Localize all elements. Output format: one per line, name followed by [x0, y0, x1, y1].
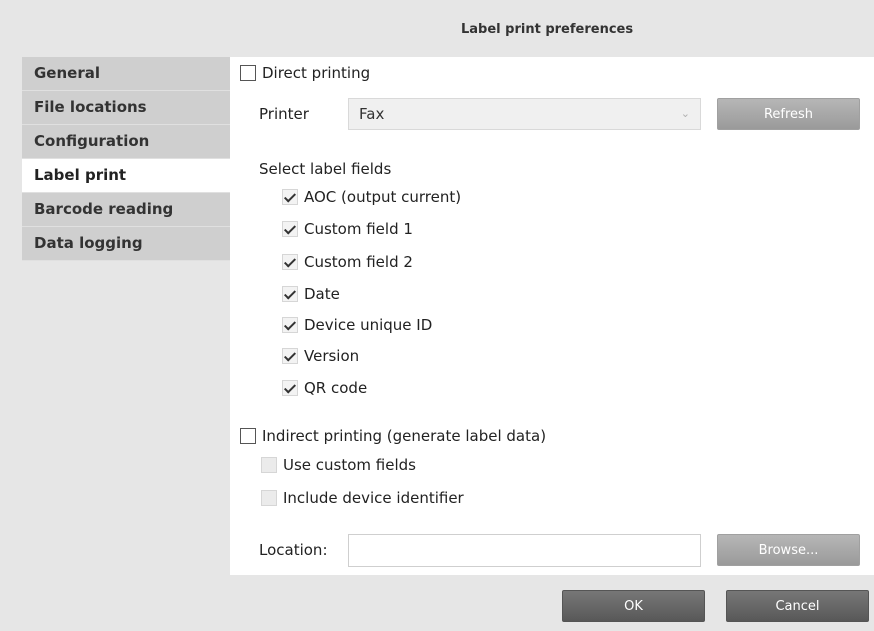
field-label-version: Version	[304, 347, 360, 365]
printer-select[interactable]: Fax ⌄	[348, 98, 701, 130]
field-checkbox-custom-1[interactable]	[282, 221, 298, 237]
sidebar-item-file-locations[interactable]: File locations	[22, 91, 230, 125]
field-checkbox-date[interactable]	[282, 286, 298, 302]
cancel-button[interactable]: Cancel	[726, 590, 869, 622]
sidebar-item-data-logging[interactable]: Data logging	[22, 227, 230, 261]
field-option-custom-1[interactable]: Custom field 1	[282, 220, 413, 238]
ok-button[interactable]: OK	[562, 590, 705, 622]
refresh-button[interactable]: Refresh	[717, 98, 860, 130]
include-device-identifier-checkbox[interactable]	[261, 490, 277, 506]
include-device-identifier-option[interactable]: Include device identifier	[261, 489, 464, 507]
field-option-custom-2[interactable]: Custom field 2	[282, 253, 413, 271]
sidebar-item-barcode-reading[interactable]: Barcode reading	[22, 193, 230, 227]
field-checkbox-device-unique-id[interactable]	[282, 317, 298, 333]
include-device-identifier-label: Include device identifier	[283, 489, 464, 507]
browse-button[interactable]: Browse...	[717, 534, 860, 566]
field-label-device-unique-id: Device unique ID	[304, 316, 433, 334]
use-custom-fields-checkbox[interactable]	[261, 457, 277, 473]
indirect-printing-option[interactable]: Indirect printing (generate label data)	[240, 427, 546, 445]
field-option-version[interactable]: Version	[282, 347, 359, 365]
field-label-aoc: AOC (output current)	[304, 188, 462, 206]
location-label: Location:	[259, 541, 328, 559]
sidebar: General File locations Configuration Lab…	[22, 57, 230, 261]
use-custom-fields-option[interactable]: Use custom fields	[261, 456, 416, 474]
indirect-printing-checkbox[interactable]	[240, 428, 256, 444]
chevron-down-icon: ⌄	[680, 107, 690, 120]
field-option-date[interactable]: Date	[282, 285, 340, 303]
field-label-custom-2: Custom field 2	[304, 253, 413, 271]
direct-printing-label: Direct printing	[262, 64, 371, 82]
field-option-device-unique-id[interactable]: Device unique ID	[282, 316, 432, 334]
location-input[interactable]	[348, 534, 701, 567]
field-checkbox-aoc[interactable]	[282, 189, 298, 205]
field-checkbox-custom-2[interactable]	[282, 254, 298, 270]
field-label-date: Date	[304, 285, 340, 303]
sidebar-item-general[interactable]: General	[22, 57, 230, 91]
select-label-fields-heading: Select label fields	[259, 160, 392, 178]
dialog-titlebar: Label print preferences	[0, 0, 874, 56]
direct-printing-option[interactable]: Direct printing	[240, 64, 370, 82]
printer-select-value: Fax	[359, 105, 385, 123]
sidebar-item-configuration[interactable]: Configuration	[22, 125, 230, 159]
indirect-printing-label: Indirect printing (generate label data)	[262, 427, 547, 445]
printer-label: Printer	[259, 105, 309, 123]
field-label-custom-1: Custom field 1	[304, 220, 413, 238]
field-checkbox-version[interactable]	[282, 348, 298, 364]
sidebar-item-label-print[interactable]: Label print	[22, 159, 230, 193]
direct-printing-checkbox[interactable]	[240, 65, 256, 81]
field-option-qr-code[interactable]: QR code	[282, 379, 367, 397]
field-label-qr-code: QR code	[304, 379, 368, 397]
field-option-aoc[interactable]: AOC (output current)	[282, 188, 461, 206]
use-custom-fields-label: Use custom fields	[283, 456, 416, 474]
dialog-title: Label print preferences	[461, 22, 634, 37]
field-checkbox-qr-code[interactable]	[282, 380, 298, 396]
